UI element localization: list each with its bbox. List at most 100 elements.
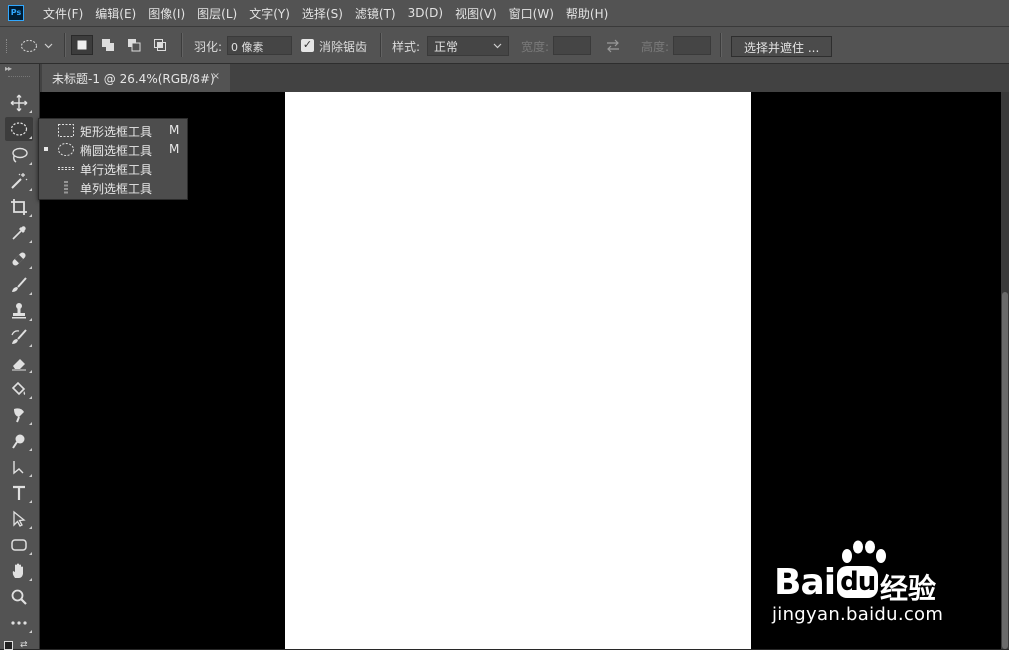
new-selection-icon [77,40,87,50]
ellipse-marquee-tool[interactable] [5,117,33,141]
move-tool[interactable] [5,91,33,115]
width-input[interactable] [553,36,591,55]
watermark-jingyan: 经验 [880,572,937,605]
menu-window[interactable]: 窗口(W) [504,5,559,22]
menu-help[interactable]: 帮助(H) [561,5,613,22]
eyedropper-tool[interactable] [5,221,33,245]
swap-width-height-icon[interactable] [605,39,621,53]
vertical-scrollbar[interactable] [1001,92,1009,649]
separator [380,33,382,57]
document-tab-bar: 未标题-1 @ 26.4%(RGB/8#) × [40,64,1009,92]
type-tool[interactable] [5,481,33,505]
collapse-arrows-icon[interactable]: ▸▸ [5,64,12,73]
brush-tool[interactable] [5,273,33,297]
document-tab-title: 未标题-1 @ 26.4%(RGB/8#) [52,71,215,86]
history-brush-tool[interactable] [5,325,33,349]
add-to-selection-button[interactable] [97,35,119,55]
tools-panel: ▸▸ [0,64,40,649]
history-brush-icon [11,329,27,344]
single-column-marquee-icon [64,181,68,194]
feather-label: 羽化: [194,40,223,54]
watermark-url: jingyan.baidu.com [772,604,944,625]
zoom-tool[interactable] [5,585,33,609]
antialias-checkbox[interactable]: ✓ [301,39,314,52]
menu-filter[interactable]: 滤镜(T) [350,5,401,22]
intersect-selection-icon [154,39,166,51]
new-selection-button[interactable] [71,35,93,55]
eraser-icon [12,359,26,371]
paint-bucket-tool[interactable] [5,377,33,401]
single-row-marquee-icon [58,167,74,170]
dodge-tool[interactable] [5,429,33,453]
feather-input[interactable]: 0 像素 [227,36,292,55]
panel-grip [8,76,30,80]
dodge-icon [12,434,25,449]
chevron-down-icon [44,43,53,49]
pen-tool[interactable] [5,455,33,479]
photoshop-logo: Ps [8,5,24,21]
menu-3d[interactable]: 3D(D) [403,6,448,20]
stamp-icon [12,303,26,319]
watermark-brand: Bai du [774,562,879,603]
menu-image[interactable]: 图像(I) [143,5,190,22]
ellipse-marquee-icon [21,40,37,52]
baidu-jingyan-watermark: Bai du 经验 jingyan.baidu.com [770,538,970,628]
menu-select[interactable]: 选择(S) [297,5,348,22]
rectangle-tool[interactable] [5,533,33,557]
menu-bar: Ps 文件(F) 编辑(E) 图像(I) 图层(L) 文字(Y) 选择(S) 滤… [0,0,1009,26]
magic-wand-icon [11,173,28,189]
direct-selection-tool[interactable] [5,507,33,531]
crop-icon [11,199,27,215]
paint-bucket-icon [11,381,26,396]
flyout-label: 矩形选框工具 [80,125,153,139]
subtract-from-selection-button[interactable] [123,35,145,55]
flyout-item-rect-marquee[interactable]: 矩形选框工具 M [39,121,187,140]
healing-brush-tool[interactable] [5,247,33,271]
height-label: 高度: [641,40,670,54]
hand-icon [12,563,23,578]
flyout-item-single-column-marquee[interactable]: 单列选框工具 [39,178,187,197]
lasso-tool[interactable] [5,143,33,167]
close-tab-icon[interactable]: × [212,71,220,82]
hand-tool[interactable] [5,559,33,583]
style-label: 样式: [392,40,421,54]
document-canvas[interactable] [285,92,751,649]
height-input[interactable] [673,36,711,55]
flyout-item-single-row-marquee[interactable]: 单行选框工具 [39,159,187,178]
crop-tool[interactable] [5,195,33,219]
separator [720,33,722,57]
scrollbar-thumb[interactable] [1002,292,1008,649]
rounded-rectangle-icon [11,539,27,551]
ellipse-marquee-icon [58,143,74,156]
menu-layer[interactable]: 图层(L) [192,5,242,22]
marquee-tool-flyout: 矩形选框工具 M 椭圆选框工具 M 单行选框工具 单列选框工具 [38,118,188,200]
separator [64,33,66,57]
flyout-shortcut: M [169,142,180,156]
style-select[interactable]: 正常 [427,36,509,56]
brush-icon [12,277,27,292]
separator [181,33,183,57]
flyout-label: 椭圆选框工具 [80,144,153,158]
magnifier-icon [11,589,27,605]
flyout-item-ellipse-marquee[interactable]: 椭圆选框工具 M [39,140,187,159]
more-dots-icon [11,621,27,625]
move-icon [10,94,28,112]
edit-toolbar-button[interactable] [5,611,33,635]
tool-preset-picker[interactable] [20,37,60,55]
menu-file[interactable]: 文件(F) [38,5,88,22]
clone-stamp-tool[interactable] [5,299,33,323]
subtract-selection-icon [128,39,141,52]
lasso-icon [12,147,28,163]
magic-wand-tool[interactable] [5,169,33,193]
menu-type[interactable]: 文字(Y) [244,5,295,22]
flyout-label: 单列选框工具 [80,182,153,196]
select-and-mask-button[interactable]: 选择并遮住 ... [731,36,833,57]
blur-tool[interactable] [5,403,33,427]
menu-view[interactable]: 视图(V) [450,5,502,22]
intersect-selection-button[interactable] [149,35,171,55]
menu-edit[interactable]: 编辑(E) [90,5,141,22]
antialias-label: 消除锯齿 [319,40,368,54]
document-tab[interactable]: 未标题-1 @ 26.4%(RGB/8#) × [42,64,230,92]
eraser-tool[interactable] [5,351,33,375]
watermark-brand-du: du [837,566,879,598]
